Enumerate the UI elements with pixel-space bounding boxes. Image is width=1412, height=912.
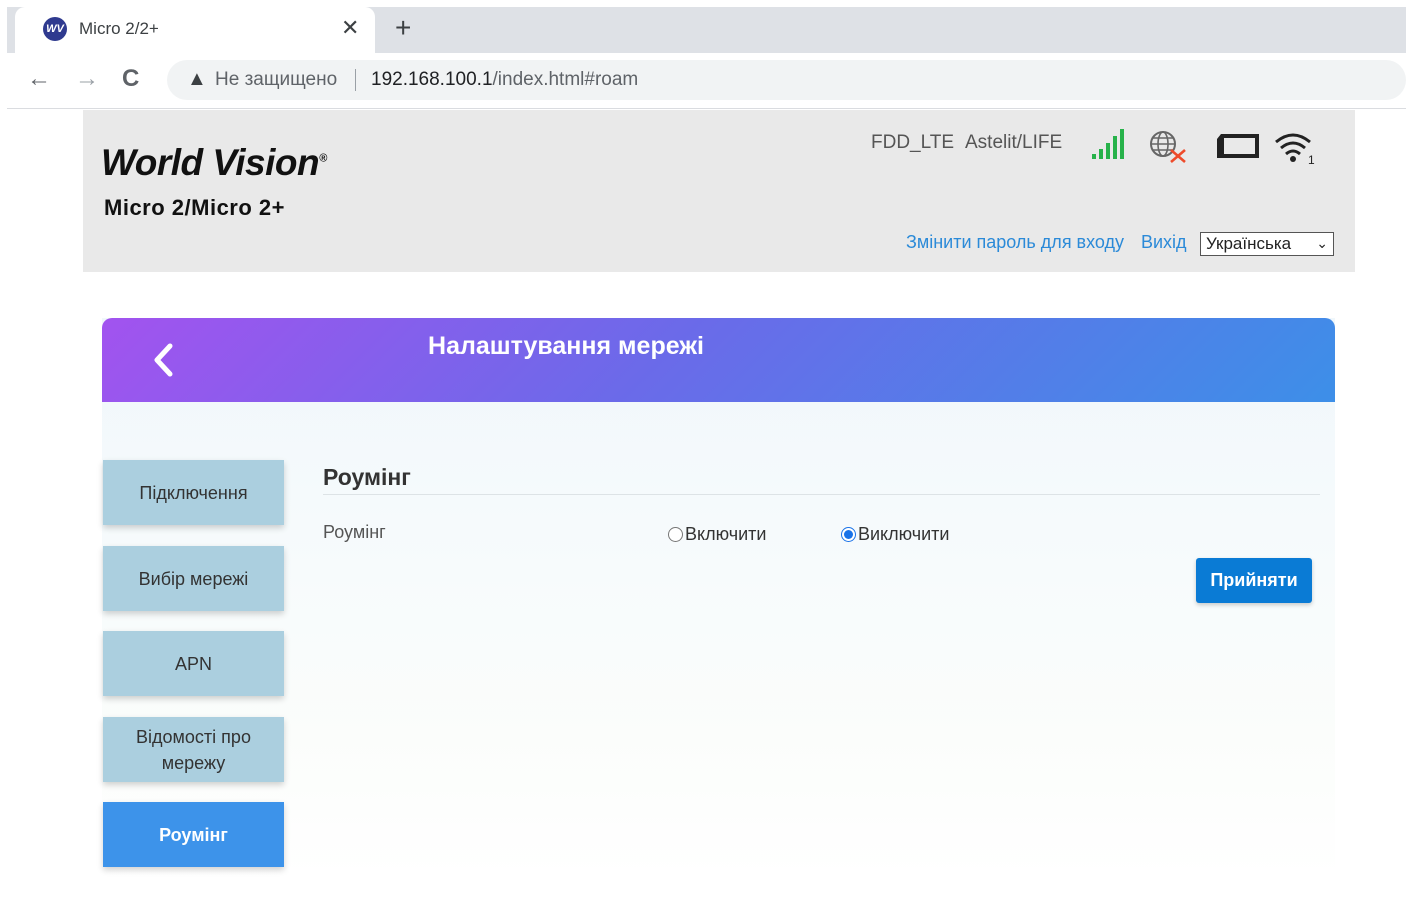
sidebar-item-network-info[interactable]: Відомості про мережу bbox=[103, 717, 284, 782]
roaming-off-label[interactable]: Виключити bbox=[858, 524, 949, 545]
radio-checked-icon[interactable] bbox=[841, 527, 856, 542]
url-separator bbox=[355, 69, 356, 91]
forward-arrow-icon[interactable]: → bbox=[75, 65, 99, 93]
logo-text: World Vision bbox=[101, 142, 320, 183]
section-divider bbox=[323, 494, 1320, 495]
signal-icon bbox=[1092, 129, 1124, 159]
change-password-link[interactable]: Змінити пароль для входу bbox=[906, 232, 1124, 253]
wifi-icon: 1 bbox=[1275, 133, 1315, 164]
radio-unchecked-icon[interactable] bbox=[668, 527, 683, 542]
sidebar-item-roaming[interactable]: Роумінг bbox=[103, 802, 284, 867]
new-tab-icon[interactable]: + bbox=[395, 12, 411, 44]
router-header: World Vision® Micro 2/Micro 2+ FDD_LTE A… bbox=[83, 110, 1355, 272]
tab-close-icon[interactable]: ✕ bbox=[341, 15, 359, 41]
card-header: Налаштування мережі bbox=[102, 318, 1335, 402]
language-selected-value: Українська bbox=[1206, 234, 1292, 253]
url-path: /index.html#roam bbox=[492, 69, 639, 90]
logout-link[interactable]: Вихід bbox=[1141, 232, 1187, 253]
wifi-clients-count: 1 bbox=[1308, 153, 1315, 164]
browser-tab[interactable]: WV Micro 2/2+ ✕ bbox=[15, 7, 375, 53]
sidebar-item-network-selection[interactable]: Вибір мережі bbox=[103, 546, 284, 611]
url-host: 192.168.100.1 bbox=[371, 69, 493, 90]
wv-favicon-icon: WV bbox=[43, 17, 67, 41]
roaming-on-label[interactable]: Включити bbox=[685, 524, 766, 545]
apply-button[interactable]: Прийняти bbox=[1196, 558, 1312, 603]
roaming-off-radio[interactable]: Виключити bbox=[841, 524, 949, 545]
network-settings-card: Налаштування мережі Підключення Вибір ме… bbox=[102, 318, 1335, 878]
roaming-on-radio[interactable]: Включити bbox=[668, 524, 766, 545]
language-select[interactable]: Українська ⌄ bbox=[1200, 232, 1334, 256]
device-model: Micro 2/Micro 2+ bbox=[104, 195, 286, 220]
browser-tab-strip: WV Micro 2/2+ ✕ + bbox=[7, 7, 1406, 53]
reload-icon[interactable]: C bbox=[122, 65, 139, 93]
sidebar-item-connection[interactable]: Підключення bbox=[103, 460, 284, 525]
logo-registered-mark: ® bbox=[319, 152, 327, 165]
security-label[interactable]: Не защищено bbox=[215, 69, 337, 91]
network-type: FDD_LTE bbox=[871, 132, 955, 153]
page-title: Налаштування мережі bbox=[428, 332, 704, 360]
roaming-field-label: Роумінг bbox=[323, 522, 386, 542]
section-title: Роумінг bbox=[323, 464, 411, 490]
address-bar[interactable]: ▲ Не защищено 192.168.100.1/index.html#r… bbox=[167, 60, 1406, 100]
operator-name: Astelit/LIFE bbox=[965, 132, 1063, 153]
browser-toolbar: ← → C ▲ Не защищено 192.168.100.1/index.… bbox=[7, 53, 1406, 109]
back-arrow-icon[interactable]: ← bbox=[27, 65, 51, 93]
warning-icon[interactable]: ▲ bbox=[187, 68, 207, 91]
logo: World Vision® bbox=[101, 142, 327, 184]
battery-icon bbox=[1217, 134, 1259, 158]
globe-disconnected-icon bbox=[1150, 131, 1186, 163]
chevron-down-icon: ⌄ bbox=[1316, 235, 1328, 251]
tab-title: Micro 2/2+ bbox=[79, 19, 159, 38]
sidebar-item-apn[interactable]: APN bbox=[103, 631, 284, 696]
url-text[interactable]: 192.168.100.1/index.html#roam bbox=[371, 69, 638, 91]
